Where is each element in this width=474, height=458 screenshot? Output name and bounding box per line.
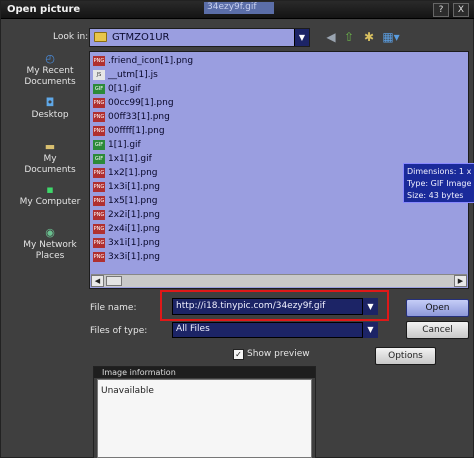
chevron-down-icon[interactable]: ▼ [362,298,378,315]
file-name: 3x1i[1].png [108,238,161,248]
list-item[interactable]: PNG 1x5[1].png [93,196,158,208]
gif-file-icon: GIF [93,140,105,150]
file-name: 00cc99[1].png [108,98,174,108]
file-name-input[interactable]: http://i18.tinypic.com/34ezy9f.gif [172,298,378,315]
chevron-down-icon[interactable]: ▼ [294,29,309,46]
file-name-label: File name: [90,303,137,313]
up-folder-icon[interactable]: ⇧ [341,29,357,45]
place-my-recent-documents[interactable]: ◴ My Recent Documents [17,53,83,88]
png-file-icon: PNG [93,98,105,108]
scrollbar-thumb[interactable] [106,276,122,286]
title-ghost-filename: 34ezy9f.gif [204,2,274,14]
file-name: 1x2[1].png [108,168,158,178]
scroll-right-icon[interactable]: ▶ [454,275,467,287]
back-arrow-icon[interactable]: ◀ [323,29,339,45]
gif-file-icon: GIF [93,84,105,94]
place-label: Desktop [31,110,69,120]
recent-documents-icon: ◴ [45,52,55,65]
png-file-icon: PNG [93,182,105,192]
list-item[interactable]: JS __utm[1].js [93,70,158,82]
file-name: 2x4i[1].png [108,224,161,234]
gif-file-icon: GIF [93,154,105,164]
png-file-icon: PNG [93,224,105,234]
title-bar: Open picture 34ezy9f.gif ? X [1,1,474,19]
views-menu-icon[interactable]: ▦▾ [379,29,403,45]
list-item[interactable]: PNG 3x3i[1].png [93,252,160,264]
files-of-type-label: Files of type: [90,326,148,336]
my-documents-icon: ▬ [44,140,56,153]
file-name: 1x3i[1].png [108,182,161,192]
look-in-combobox[interactable]: GTMZO1UR ▼ [89,28,310,47]
file-name: 1[1].gif [108,140,141,150]
place-label: My Documents [24,154,76,175]
list-item[interactable]: GIF 1[1].gif [93,140,141,152]
list-item[interactable]: PNG 00ffff[1].png [93,126,165,138]
place-desktop[interactable]: ◘ Desktop [17,97,83,121]
list-item[interactable]: PNG .friend_icon[1].png [93,56,193,68]
image-information-text: Unavailable [101,386,154,396]
file-name: 00ff33[1].png [108,112,170,122]
list-item[interactable]: PNG 00cc99[1].png [93,98,174,110]
place-label: My Network Places [23,240,77,261]
png-file-icon: PNG [93,168,105,178]
png-file-icon: PNG [93,252,105,262]
place-label: My Recent Documents [24,66,76,87]
files-of-type-select[interactable]: All Files [172,322,378,338]
png-file-icon: PNG [93,112,105,122]
scroll-left-icon[interactable]: ◀ [91,275,104,287]
png-file-icon: PNG [93,126,105,136]
file-name: __utm[1].js [108,70,158,80]
place-my-network-places[interactable]: ◉ My Network Places [17,227,83,262]
file-name: 00ffff[1].png [108,126,165,136]
png-file-icon: PNG [93,56,105,66]
close-button[interactable]: X [453,3,469,17]
desktop-icon: ◘ [45,96,55,109]
open-picture-dialog: Open picture 34ezy9f.gif ? X Look in: GT… [0,0,474,458]
list-item[interactable]: GIF 0[1].gif [93,84,141,96]
image-information-body: Unavailable [97,379,312,458]
look-in-value: GTMZO1UR [112,32,170,43]
image-information-header: Image information [94,367,315,378]
list-item[interactable]: PNG 3x1i[1].png [93,238,160,250]
list-item[interactable]: PNG 2x2i[1].png [93,210,160,222]
options-button[interactable]: Options [375,347,436,365]
file-name: 1x1[1].gif [108,154,152,164]
list-item[interactable]: GIF 1x1[1].gif [93,154,152,166]
network-places-icon: ◉ [45,226,55,239]
open-button[interactable]: Open [406,299,469,317]
help-button[interactable]: ? [433,3,449,17]
png-file-icon: PNG [93,196,105,206]
my-computer-icon: ▪ [46,183,54,196]
png-file-icon: PNG [93,238,105,248]
list-item[interactable]: PNG 1x3i[1].png [93,182,160,194]
file-info-tooltip: Dimensions: 1 x Type: GIF Image Size: 43… [403,163,474,203]
tooltip-size: Size: 43 bytes [407,191,464,200]
file-name: 0[1].gif [108,84,141,94]
new-folder-icon[interactable]: ✱ [361,29,377,45]
tooltip-type: Type: GIF Image [407,179,472,188]
file-name: .friend_icon[1].png [108,56,194,66]
file-name: 3x3i[1].png [108,252,161,262]
place-label: My Computer [19,197,81,207]
list-item[interactable]: PNG 2x4i[1].png [93,224,160,236]
png-file-icon: PNG [93,210,105,220]
chevron-down-icon[interactable]: ▼ [362,322,378,338]
file-name: 2x2i[1].png [108,210,161,220]
folder-icon [94,32,107,42]
file-name: 1x5[1].png [108,196,158,206]
image-information-panel: Image information Unavailable [93,366,316,458]
show-preview-label: Show preview [247,349,310,359]
show-preview-checkbox[interactable]: ✓ [233,349,244,360]
cancel-button[interactable]: Cancel [406,321,469,339]
look-in-label: Look in: [53,32,89,42]
place-my-documents[interactable]: ▬ My Documents [17,141,83,176]
js-file-icon: JS [93,70,105,80]
list-item[interactable]: PNG 00ff33[1].png [93,112,170,124]
dialog-title: Open picture [7,4,81,15]
horizontal-scrollbar[interactable]: ◀ ▶ [91,274,467,287]
place-my-computer[interactable]: ▪ My Computer [17,184,83,208]
list-item[interactable]: PNG 1x2[1].png [93,168,158,180]
tooltip-dimensions: Dimensions: 1 x [407,167,472,176]
